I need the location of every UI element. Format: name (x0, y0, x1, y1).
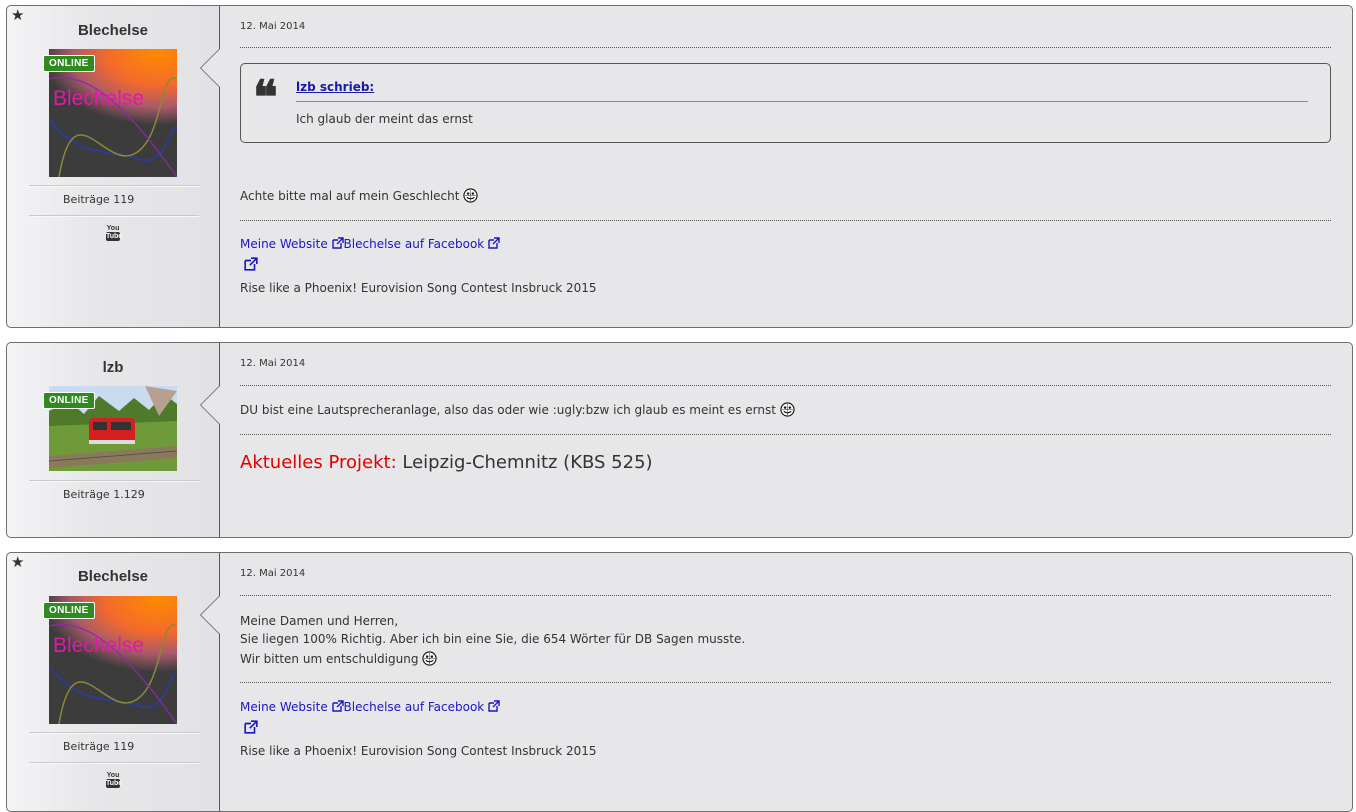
divider (296, 101, 1308, 102)
external-link-icon[interactable] (244, 720, 258, 739)
post-count: Beiträge 119 (63, 740, 134, 753)
divider (240, 47, 1331, 48)
avatar[interactable]: ONLINE (43, 386, 177, 471)
signature-links: Meine Website Blechelse auf Facebook (240, 698, 500, 717)
signature-project: Aktuelles Projekt: Leipzig-Chemnitz (KBS… (240, 452, 653, 473)
divider (240, 220, 1331, 221)
quote-author-link[interactable]: lzb schrieb: (296, 80, 374, 94)
post-count-value: 119 (113, 193, 135, 206)
website-link[interactable]: Meine Website (240, 237, 328, 251)
divider (29, 215, 199, 217)
post-date[interactable]: 12. Mai 2014 (240, 568, 305, 579)
post-count-label: Beiträge (63, 488, 110, 501)
post: lzb ONLINE Beiträge 1.129 12. Mai 2014 D… (6, 342, 1353, 538)
post: ★ Blechelse Blechelse ONLINE Beiträge 11… (6, 552, 1353, 812)
star-icon: ★ (11, 6, 25, 24)
divider (29, 480, 199, 482)
post-count-label: Beiträge (63, 740, 110, 753)
post: ★ Blechelse Blechelse ONLINE Beiträge 11… (6, 5, 1353, 328)
post-author-sidebar: lzb ONLINE Beiträge 1.129 (7, 343, 220, 537)
speech-arrow (201, 386, 220, 424)
external-link-icon (331, 237, 344, 249)
smiley-icon (463, 188, 478, 203)
username[interactable]: Blechelse (7, 22, 219, 39)
signature-text: Rise like a Phoenix! Eurovision Song Con… (240, 744, 597, 758)
post-count: Beiträge 1.129 (63, 488, 145, 501)
avatar-text: Blechelse (53, 87, 145, 110)
divider (240, 595, 1331, 596)
post-message: Achte bitte mal auf mein Geschlecht (240, 187, 478, 206)
message-text: Wir bitten um entschuldigung (240, 652, 419, 666)
smiley-icon (422, 651, 437, 666)
divider (29, 732, 199, 734)
facebook-link[interactable]: Blechelse auf Facebook (344, 700, 485, 714)
online-badge: ONLINE (43, 392, 95, 409)
youtube-icon[interactable]: You Tube (106, 772, 122, 789)
divider (240, 682, 1331, 683)
smiley-icon (780, 402, 795, 417)
post-author-sidebar: ★ Blechelse Blechelse ONLINE Beiträge 11… (7, 6, 220, 327)
external-link-icon[interactable] (244, 257, 258, 276)
divider (240, 385, 1331, 386)
signature-text: Rise like a Phoenix! Eurovision Song Con… (240, 281, 597, 295)
quote-text: Ich glaub der meint das ernst (296, 112, 473, 126)
message-text: DU bist eine Lautsprecheranlage, also da… (240, 403, 776, 417)
online-badge: ONLINE (43, 602, 95, 619)
username[interactable]: lzb (7, 359, 219, 376)
post-message-line: Meine Damen und Herren, (240, 614, 399, 628)
website-link[interactable]: Meine Website (240, 700, 328, 714)
post-count-value: 119 (113, 740, 135, 753)
signature-links: Meine Website Blechelse auf Facebook (240, 235, 500, 254)
avatar[interactable]: Blechelse ONLINE (43, 596, 177, 724)
post-date[interactable]: 12. Mai 2014 (240, 21, 305, 32)
avatar-text: Blechelse (53, 634, 145, 657)
external-link-icon (488, 700, 500, 712)
speech-arrow (201, 49, 220, 87)
post-count: Beiträge 119 (63, 193, 134, 206)
post-message-line: Sie liegen 100% Richtig. Aber ich bin ei… (240, 632, 746, 646)
project-label: Aktuelles Projekt: (240, 452, 397, 473)
username[interactable]: Blechelse (7, 568, 219, 585)
post-message-line: Wir bitten um entschuldigung (240, 650, 437, 669)
youtube-icon[interactable]: You Tube (106, 225, 122, 242)
post-author-sidebar: ★ Blechelse Blechelse ONLINE Beiträge 11… (7, 553, 220, 811)
divider (29, 185, 199, 187)
quote-box: ❝ lzb schrieb: Ich glaub der meint das e… (240, 63, 1331, 143)
project-value: Leipzig-Chemnitz (KBS 525) (402, 452, 653, 473)
divider (29, 762, 199, 764)
post-count-label: Beiträge (63, 193, 110, 206)
post-count-value: 1.129 (113, 488, 145, 501)
facebook-link[interactable]: Blechelse auf Facebook (344, 237, 485, 251)
external-link-icon (331, 700, 344, 712)
speech-arrow (201, 596, 220, 634)
avatar[interactable]: Blechelse ONLINE (43, 49, 177, 177)
external-link-icon (488, 237, 500, 249)
online-badge: ONLINE (43, 55, 95, 72)
quote-icon: ❝ (253, 70, 278, 124)
message-text: Achte bitte mal auf mein Geschlecht (240, 189, 460, 203)
post-date[interactable]: 12. Mai 2014 (240, 358, 305, 369)
post-message: DU bist eine Lautsprecheranlage, also da… (240, 401, 795, 420)
divider (240, 434, 1331, 435)
